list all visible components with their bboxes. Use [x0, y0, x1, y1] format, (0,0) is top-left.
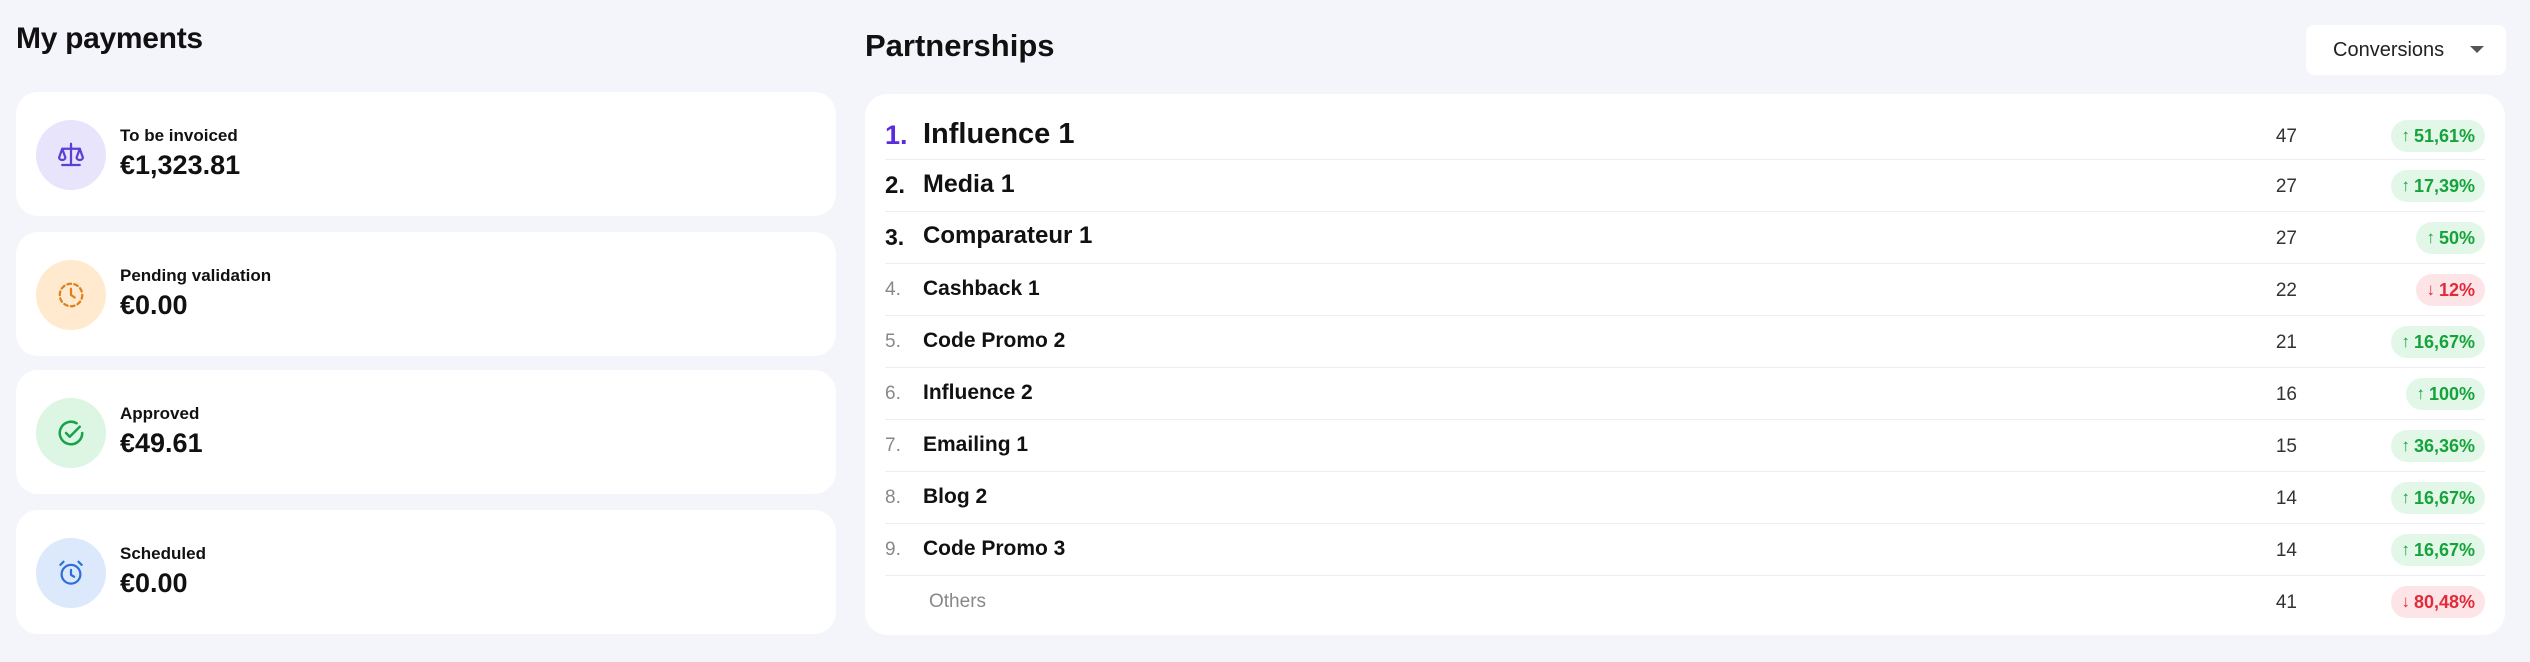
partner-name: Media 1 [923, 170, 1015, 198]
clock-dashed-icon [36, 260, 106, 330]
change-value: 100% [2428, 383, 2475, 404]
conversion-count: 41 [2275, 592, 2297, 613]
change-value: 36,36% [2413, 435, 2475, 456]
change-value: 17,39% [2413, 175, 2475, 196]
list-item-others[interactable]: Others 41 ↓ 80,48% [885, 576, 2485, 628]
caret-down-icon [2470, 46, 2484, 53]
change-value: 51,61% [2413, 125, 2475, 146]
metric-dropdown-value: Conversions [2333, 38, 2445, 61]
conversion-count: 27 [2275, 228, 2297, 249]
conversion-count: 15 [2275, 436, 2297, 457]
rank-number: 4. [885, 279, 901, 300]
arrow-up-icon: ↑ [2426, 228, 2435, 247]
payment-label: Pending validation [120, 266, 272, 285]
payment-label: Scheduled [120, 544, 206, 563]
change-badge: ↑ 16,67% [2391, 534, 2485, 566]
arrow-down-icon: ↓ [2401, 592, 2410, 611]
list-item[interactable]: 7. Emailing 1 15 ↑ 36,36% [885, 420, 2485, 472]
list-item[interactable]: 6. Influence 2 16 ↑ 100% [885, 368, 2485, 420]
change-badge: ↑ 51,61% [2391, 120, 2485, 152]
arrow-up-icon: ↑ [2401, 488, 2410, 507]
conversion-count: 47 [2275, 126, 2297, 147]
change-value: 12% [2438, 279, 2475, 300]
change-badge: ↓ 80,48% [2391, 586, 2485, 618]
arrow-up-icon: ↑ [2401, 540, 2410, 559]
payment-card-scheduled[interactable]: Scheduled €0.00 [16, 510, 836, 634]
arrow-up-icon: ↑ [2401, 436, 2410, 455]
list-item[interactable]: 4. Cashback 1 22 ↓ 12% [885, 264, 2485, 316]
change-value: 16,67% [2413, 487, 2475, 508]
payment-amount: €1,323.81 [120, 150, 241, 180]
arrow-up-icon: ↑ [2401, 126, 2410, 145]
change-value: 50% [2438, 227, 2475, 248]
partner-name: Influence 1 [923, 118, 1075, 150]
payment-label: To be invoiced [120, 126, 238, 145]
change-value: 80,48% [2413, 591, 2475, 612]
partner-name: Others [929, 591, 987, 612]
change-badge: ↑ 16,67% [2391, 326, 2485, 358]
arrow-up-icon: ↑ [2401, 176, 2410, 195]
conversion-count: 16 [2275, 384, 2297, 405]
list-item[interactable]: 5. Code Promo 2 21 ↑ 16,67% [885, 316, 2485, 368]
list-item[interactable]: 1. Influence 1 47 ↑ 51,61% [885, 110, 2485, 160]
partner-name: Comparateur 1 [923, 222, 1093, 249]
change-badge: ↑ 16,67% [2391, 482, 2485, 514]
rank-number: 1. [885, 120, 908, 150]
arrow-down-icon: ↓ [2426, 280, 2435, 299]
partner-name: Blog 2 [923, 485, 988, 508]
rank-number: 2. [885, 172, 906, 199]
arrow-up-icon: ↑ [2416, 384, 2425, 403]
partnerships-section: Partnerships Conversions 1. Influence 1 … [865, 0, 2506, 662]
payments-section: My payments To be invoiced €1,323.81 Pen… [16, 22, 836, 634]
payment-amount: €0.00 [120, 568, 188, 598]
rank-number: 6. [885, 383, 901, 404]
conversion-count: 27 [2275, 176, 2297, 197]
list-item[interactable]: 9. Code Promo 3 14 ↑ 16,67% [885, 524, 2485, 576]
rank-number: 8. [885, 487, 901, 508]
payment-amount: €49.61 [120, 428, 203, 458]
alarm-clock-icon [36, 538, 106, 608]
partner-name: Influence 2 [923, 381, 1033, 404]
partner-name: Emailing 1 [923, 433, 1029, 456]
payments-title: My payments [16, 22, 203, 55]
conversion-count: 22 [2275, 280, 2297, 301]
list-item[interactable]: 3. Comparateur 1 27 ↑ 50% [885, 212, 2485, 264]
partnerships-list: 1. Influence 1 47 ↑ 51,61% 2. Media 1 27… [865, 94, 2505, 635]
change-badge: ↑ 50% [2416, 222, 2485, 254]
partnerships-title: Partnerships [865, 28, 1055, 63]
check-circle-icon [36, 398, 106, 468]
partner-name: Code Promo 2 [923, 329, 1066, 352]
conversion-count: 21 [2275, 332, 2297, 353]
change-value: 16,67% [2413, 539, 2475, 560]
arrow-up-icon: ↑ [2401, 332, 2410, 351]
rank-number: 5. [885, 331, 901, 352]
partner-name: Code Promo 3 [923, 537, 1066, 560]
change-badge: ↑ 36,36% [2391, 430, 2485, 462]
scale-icon [36, 120, 106, 190]
partner-name: Cashback 1 [923, 277, 1040, 300]
rank-number: 9. [885, 539, 901, 560]
payment-card-pending-validation[interactable]: Pending validation €0.00 [16, 232, 836, 356]
metric-dropdown[interactable]: Conversions [2306, 25, 2506, 75]
list-item[interactable]: 2. Media 1 27 ↑ 17,39% [885, 160, 2485, 212]
change-badge: ↑ 17,39% [2391, 170, 2485, 202]
payment-card-to-be-invoiced[interactable]: To be invoiced €1,323.81 [16, 92, 836, 216]
conversion-count: 14 [2275, 540, 2297, 561]
payment-amount: €0.00 [120, 290, 188, 320]
payment-card-approved[interactable]: Approved €49.61 [16, 370, 836, 494]
change-badge: ↑ 100% [2406, 378, 2485, 410]
conversion-count: 14 [2275, 488, 2297, 509]
dashboard: My payments To be invoiced €1,323.81 Pen… [0, 0, 2530, 662]
rank-number: 3. [885, 224, 905, 250]
payment-label: Approved [120, 404, 200, 423]
change-value: 16,67% [2413, 331, 2475, 352]
rank-number: 7. [885, 435, 901, 456]
change-badge: ↓ 12% [2416, 274, 2485, 306]
list-item[interactable]: 8. Blog 2 14 ↑ 16,67% [885, 472, 2485, 524]
